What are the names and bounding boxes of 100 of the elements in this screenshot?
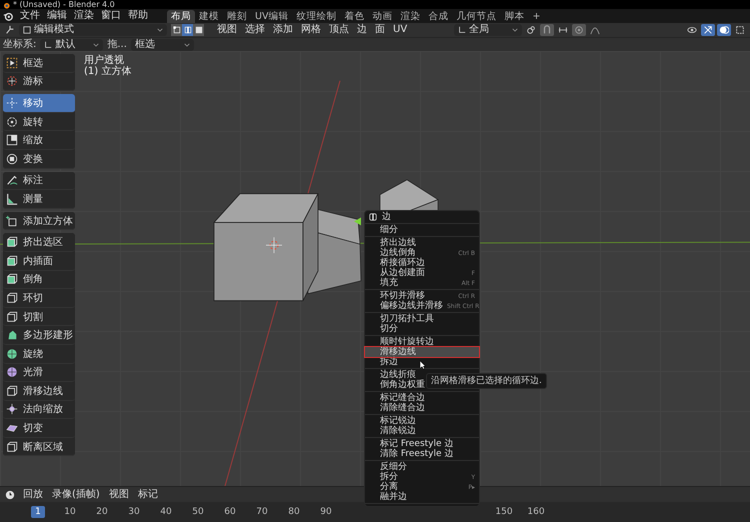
orientation-dropdown[interactable]: 全局 (454, 24, 522, 36)
edge-select-button[interactable] (182, 24, 193, 36)
tool-button[interactable]: 法向缩放 (3, 400, 75, 420)
annotate-tool-icon (6, 174, 18, 186)
menu-item[interactable]: 滑移边线 (365, 347, 479, 357)
header-menu[interactable]: 选择 (242, 24, 268, 36)
view-name: 用户透视 (84, 55, 125, 66)
menu-item[interactable]: 桥接循环边 (365, 258, 479, 268)
tool-button[interactable]: 移动 (3, 94, 75, 113)
transform-tool-icon (6, 152, 18, 165)
gizmo-toggle-icon[interactable] (701, 24, 715, 36)
workspace-tab[interactable]: 布局 (167, 10, 195, 22)
frame-number: 20 (95, 506, 109, 518)
mouse-pointer-icon (419, 360, 426, 370)
workspace-tab[interactable]: 几何节点 (452, 10, 500, 22)
vertex-select-button[interactable] (171, 24, 182, 36)
tool-button[interactable]: 光滑 (3, 364, 75, 382)
caret-icon (157, 28, 163, 32)
menu-item[interactable]: 清除缝合边 (365, 403, 479, 413)
header-menu[interactable]: UV (390, 24, 410, 36)
tool-button[interactable]: 倒角 (3, 270, 75, 290)
menu-item[interactable]: 编辑 (45, 10, 69, 22)
polybuild-tool-icon (6, 329, 18, 342)
frame-number: 30 (127, 506, 141, 518)
snap-icon[interactable] (540, 24, 554, 36)
axes-icon (458, 26, 466, 34)
transform-orientation-dropdown[interactable]: 默认 (40, 38, 104, 50)
extrude-tool-icon (6, 236, 18, 248)
tool-button[interactable]: 标注 (3, 172, 75, 190)
header-menu[interactable]: 边 (354, 24, 370, 36)
menu-item[interactable]: 切刀拓扑工具 (365, 314, 479, 324)
square-icon (23, 26, 31, 34)
tool-button[interactable]: 挤出选区 (3, 233, 75, 252)
workspace-tab[interactable]: 脚本 (500, 10, 528, 22)
frame-number: 60 (223, 506, 237, 518)
menu-item[interactable]: 反细分 (365, 462, 479, 472)
menu-item[interactable]: 切分 (365, 324, 479, 334)
workspace-tab[interactable]: UV编辑 (251, 10, 292, 22)
frame-number: 90 (319, 506, 333, 518)
caret-icon (512, 28, 518, 32)
frame-number: 160 (526, 506, 546, 518)
menu-item[interactable]: 挤出边线 (365, 238, 479, 248)
menu-item[interactable]: 窗口 (99, 10, 123, 22)
transform-orientation-label: 坐标系: (3, 38, 36, 50)
menu-item[interactable]: 帮助 (126, 10, 150, 22)
caret-icon (184, 42, 190, 46)
shrink-tool-icon (6, 403, 18, 416)
app-logo-icon (2, 0, 10, 8)
workspace-tab[interactable]: 纹理绘制 (292, 10, 340, 22)
bevel-tool-icon (6, 273, 18, 286)
timeline-menu[interactable]: 标记 (134, 488, 161, 500)
smooth-tool-icon (6, 366, 18, 378)
axes-icon (44, 40, 52, 48)
tool-button[interactable]: 添加立方体 (3, 212, 75, 230)
workspace-tab[interactable]: 渲染 (396, 10, 424, 22)
header-menu[interactable]: 网格 (298, 24, 324, 36)
header-menu[interactable]: 视图 (214, 24, 240, 36)
workspace-tab[interactable]: 建模 (195, 10, 223, 22)
workspace-tab[interactable]: 合成 (424, 10, 452, 22)
clock-icon[interactable] (3, 488, 17, 500)
measure-tool-icon (6, 192, 18, 205)
menu-item[interactable]: 渲染 (72, 10, 96, 22)
visibility-icon[interactable] (685, 24, 699, 36)
app-logo-icon[interactable] (3, 11, 13, 21)
overlay-toggle-icon[interactable] (717, 24, 731, 36)
frame-number: 10 (63, 506, 77, 518)
menu-item[interactable]: 融并边 (365, 492, 479, 502)
frame-number: 40 (159, 506, 173, 518)
menu-item[interactable]: 标记缝合边 (365, 393, 479, 403)
mode-dropdown[interactable]: 编辑模式 (19, 24, 167, 36)
workspace-tab[interactable]: 动画 (368, 10, 396, 22)
frame-number: 70 (255, 506, 269, 518)
tool-button[interactable]: 游标 (3, 72, 75, 92)
tool-button[interactable]: 框选 (3, 54, 75, 73)
menu-item[interactable]: 细分 (365, 225, 479, 235)
tooltip: 沿网格滑移已选择的循环边. (426, 373, 547, 389)
timeline-menu[interactable]: 回放 (20, 488, 46, 500)
inset-tool-icon (6, 254, 18, 267)
timeline-menu[interactable]: 录像(插帧) (49, 488, 103, 500)
workspace-tab[interactable]: 雕刻 (223, 10, 251, 22)
menu-item[interactable]: 标记 Freestyle 边 (365, 439, 479, 449)
active-object-label: (1) 立方体 (84, 66, 132, 77)
add-tab-button[interactable]: + (528, 10, 544, 22)
menu-item[interactable]: 清除 Freestyle 边 (365, 449, 479, 459)
menu-item[interactable]: 清除锐边 (365, 426, 479, 436)
window-title: * (Unsaved) - Blender 4.0 (13, 0, 115, 9)
drag-dropdown[interactable]: 框选 (130, 38, 194, 50)
header-menu[interactable]: 面 (372, 24, 388, 36)
header-menu[interactable]: 添加 (270, 24, 296, 36)
proportional-edit-icon[interactable] (572, 24, 586, 36)
timeline-menu[interactable]: 视图 (106, 488, 132, 500)
menu-item[interactable]: 顺时针旋转边 (365, 337, 479, 347)
workspace-tab[interactable]: 着色 (340, 10, 368, 22)
face-select-button[interactable] (193, 24, 204, 36)
move-tool-icon (6, 96, 18, 109)
menu-item[interactable]: 文件 (18, 10, 42, 22)
header-menu[interactable]: 顶点 (326, 24, 352, 36)
menu-item[interactable]: 标记锐边 (365, 416, 479, 426)
drag-label: 拖... (107, 38, 127, 50)
spin-tool-icon (6, 348, 18, 360)
